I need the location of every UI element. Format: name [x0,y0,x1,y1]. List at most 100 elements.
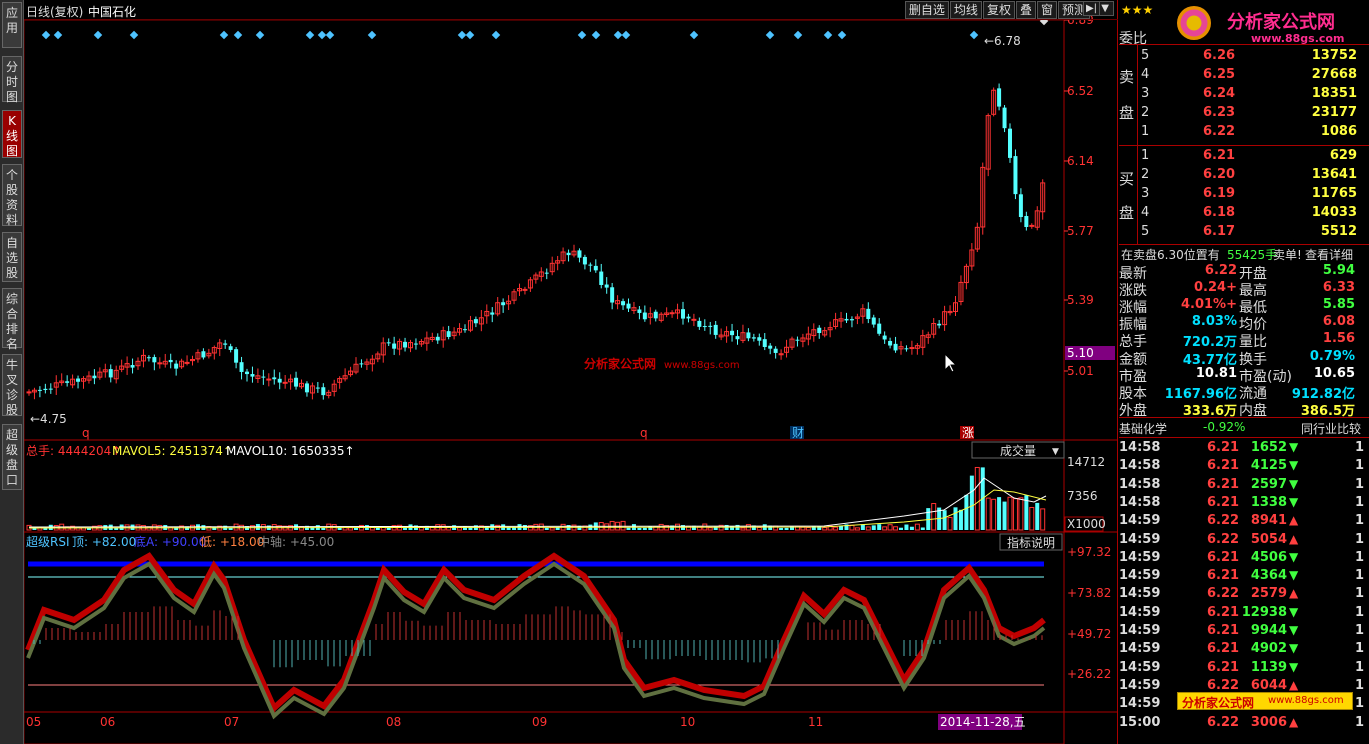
candle-body [277,378,282,383]
candle-body [713,324,718,335]
signal-diamond-icon [577,30,587,40]
toolbar-button-3[interactable]: 叠 [1015,1,1036,19]
expand-arrows-icon[interactable]: ▶| [1082,1,1100,16]
price-axis-label: 5.77 [1067,224,1094,238]
tick-time: 14:59 [1119,623,1161,638]
notice-text: 在卖盘6.30位置有 [1121,248,1220,262]
ask-level: 1 [1141,124,1150,139]
volume-bar [756,526,762,531]
tick-price: 6.21 [1207,604,1240,620]
notice-volume: 55425手 [1227,248,1278,262]
ask-level: 5 [1141,48,1150,63]
volume-bar [1029,506,1035,531]
toolbar-button-4[interactable]: 窗 [1036,1,1057,19]
sector-compare-link[interactable]: 同行业比较 [1301,420,1361,437]
indicator-help-button[interactable]: 指标说明 [999,533,1063,551]
site-logo: 分析家公式网 www.88gs.com [1177,2,1367,45]
chart-watermark: 分析家公式网 [584,356,656,371]
candle-body [746,332,751,339]
tab-5[interactable]: 综合排名 [2,288,22,351]
toolbar-button-1[interactable]: 均线 [949,1,982,19]
period-label[interactable]: 日线(复权) [26,3,83,20]
tick-time: 14:59 [1119,696,1161,712]
volume-bar [800,526,806,531]
candle-body [37,389,42,391]
buy-label-1: 买 [1119,170,1135,188]
kline-chart-panel[interactable]: 6.89 6.52 6.14 5.77 5.39 5.01 5.10 ←6.78 ←4.75 q q… [24,0,1118,744]
volume-bar [833,526,839,531]
tab-6[interactable]: 牛叉诊股 [2,354,22,417]
candle-body [282,381,288,384]
candle-body [1002,107,1007,129]
date-axis-label: 08 [386,715,401,729]
tick-count: 1 [1355,476,1365,492]
toolbar-button-0[interactable]: 删自选 [904,1,949,19]
tab-7[interactable]: 超级盘口 [2,424,22,490]
rsi-axis-label: +97.32 [1067,545,1111,559]
signal-diamond-icon [233,30,243,40]
bid-volume: 14033 [1311,205,1357,220]
bid-volume: 11765 [1311,186,1357,201]
kline-chart-svg[interactable]: 6.896.526.145.775.395.015.10←6.78←4.75q q… [24,0,1118,744]
volume-bar [865,526,871,531]
toolbar-button-2[interactable]: 复权 [982,1,1015,19]
tick-count: 1 [1355,604,1365,620]
bid-price: 6.19 [1203,186,1236,201]
candle-body [588,264,593,266]
candle-body [234,349,239,363]
tick-volume: 12938 [1241,604,1287,620]
sell-label-2: 盘 [1119,104,1135,122]
tab-3[interactable]: 个股资料 [2,164,22,227]
candle-body [446,331,451,337]
candle-body [48,388,53,390]
candle-body [1008,128,1012,158]
volume-bar [1040,508,1046,531]
candle-body [130,365,135,368]
candle-body [473,319,478,324]
up-arrow-icon: ▲ [1289,677,1299,692]
notice-tail: 卖单! [1273,248,1302,262]
signal-diamond-icon [837,30,847,40]
candle-body [621,301,626,306]
signal-diamond-icon [41,30,51,40]
event-marker[interactable]: q [82,426,90,440]
tick-time: 14:59 [1119,513,1161,529]
tick-time: 14:58 [1119,476,1161,492]
volume-dropdown[interactable]: 成交量 ▼ [971,441,1065,459]
tab-1[interactable]: 分时图 [2,56,22,104]
tick-time: 14:59 [1119,604,1161,620]
event-marker[interactable]: 涨 [960,425,974,440]
svg-text:q: q [640,426,648,440]
candle-body [642,312,647,320]
bid-level: 3 [1141,186,1150,201]
candle-body [773,348,778,353]
notice-detail-link[interactable]: 查看详细 [1305,246,1353,263]
ask-price: 6.26 [1203,48,1236,63]
candle-body [184,361,190,364]
signal-diamond-icon [465,30,475,40]
tab-2[interactable]: K线图 [2,110,22,158]
down-arrow-icon: ▼ [1289,440,1299,454]
candle-body [152,357,157,363]
candle-body [882,335,887,340]
ask-volume: 1086 [1320,124,1357,139]
volume-bar [882,526,888,531]
down-arrow-icon: ▼ [1289,549,1299,564]
up-arrow-icon: ▲ [1289,531,1299,546]
event-marker[interactable]: q [640,426,648,440]
volume-ma10: MAVOL10: 1650335↑ [226,444,355,458]
bid-level: 5 [1141,224,1150,239]
volume-bar [1018,497,1024,531]
candle-body [157,362,163,365]
tab-4[interactable]: 自选股 [2,232,22,282]
candle-body [386,342,391,344]
price-axis-label: 6.14 [1067,154,1094,168]
tick-volume: 1652 [1250,440,1287,455]
signal-diamond-icon [621,30,631,40]
tab-0[interactable]: 应用 [2,2,22,48]
volume-bar [354,527,358,530]
ask-level: 3 [1141,86,1150,101]
event-marker[interactable]: 财 [790,426,804,440]
volume-bar [805,526,811,531]
stock-name: 中国石化 [88,5,137,19]
